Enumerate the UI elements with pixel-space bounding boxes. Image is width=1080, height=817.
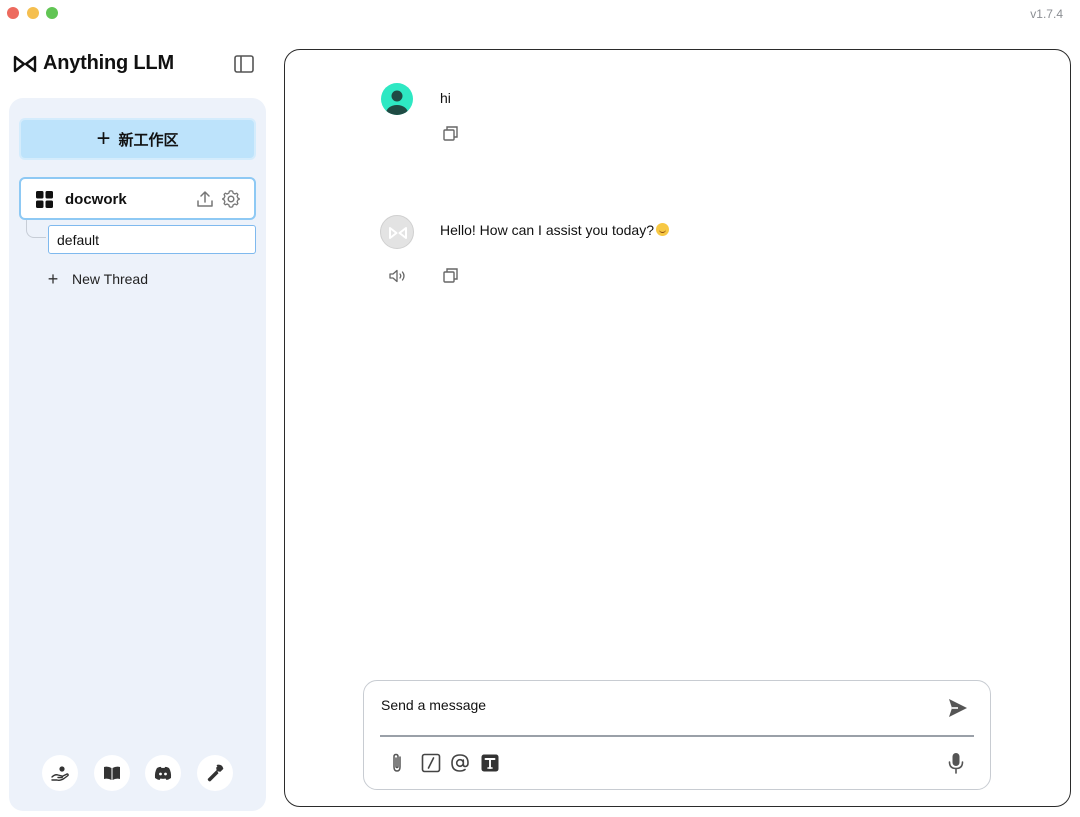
sidebar-toggle-icon[interactable] (232, 52, 256, 76)
support-button[interactable] (42, 755, 78, 791)
discord-button[interactable] (145, 755, 181, 791)
new-thread-label: New Thread (72, 271, 149, 287)
user-message: hi (440, 90, 451, 106)
gear-icon[interactable] (221, 189, 241, 209)
at-mention-icon[interactable] (449, 752, 471, 774)
workspace-name: docwork (65, 191, 127, 208)
thread-connector (26, 220, 46, 238)
send-icon[interactable] (946, 696, 970, 720)
upload-icon[interactable] (195, 189, 215, 209)
copy-icon[interactable] (442, 125, 460, 143)
workspace-grid-icon (36, 191, 53, 208)
plus-icon: + (47, 268, 59, 289)
app-logo: Anything LLM (12, 52, 174, 75)
composer-divider (380, 735, 974, 737)
app-version: v1.7.4 (1030, 7, 1063, 21)
speaker-icon[interactable] (388, 267, 407, 285)
anything-llm-logo-icon (389, 227, 407, 239)
thread-name: default (57, 232, 100, 248)
microphone-icon[interactable] (944, 751, 968, 775)
discord-icon (154, 766, 172, 780)
sidebar-header: Anything LLM (12, 48, 262, 82)
close-window-button[interactable] (7, 7, 19, 19)
workspace-item-docwork[interactable]: docwork (19, 177, 256, 220)
settings-button[interactable] (197, 755, 233, 791)
message-composer (363, 680, 991, 790)
slash-command-icon[interactable] (420, 752, 442, 774)
minimize-window-button[interactable] (27, 7, 39, 19)
settings-wrench-icon (207, 764, 224, 782)
assistant-avatar (380, 215, 414, 249)
text-size-icon[interactable] (479, 752, 501, 774)
plus-icon: + (96, 125, 111, 152)
thread-item-default[interactable]: default (48, 225, 256, 254)
anything-llm-logo-icon (13, 55, 37, 72)
smile-emoji-icon (656, 223, 669, 236)
docs-button[interactable] (94, 755, 130, 791)
assistant-message: Hello! How can I assist you today? (440, 222, 669, 238)
attach-icon[interactable] (386, 752, 408, 774)
app-name: Anything LLM (43, 52, 174, 74)
title-bar: v1.7.4 (0, 0, 1080, 32)
new-workspace-label: 新工作区 (118, 131, 179, 149)
message-input[interactable] (381, 693, 921, 717)
assistant-message-text: Hello! How can I assist you today? (440, 222, 654, 238)
chat-panel: hi Hello! How can I assist you today? (284, 49, 1071, 807)
maximize-window-button[interactable] (46, 7, 58, 19)
new-workspace-button[interactable]: + 新工作区 (19, 118, 256, 160)
docs-book-icon (104, 766, 120, 780)
new-thread-button[interactable]: + New Thread (42, 268, 148, 290)
copy-icon[interactable] (442, 267, 460, 285)
user-avatar (381, 83, 413, 115)
support-icon (51, 766, 69, 781)
sidebar: + 新工作区 docwork default + New Thread (9, 98, 266, 811)
